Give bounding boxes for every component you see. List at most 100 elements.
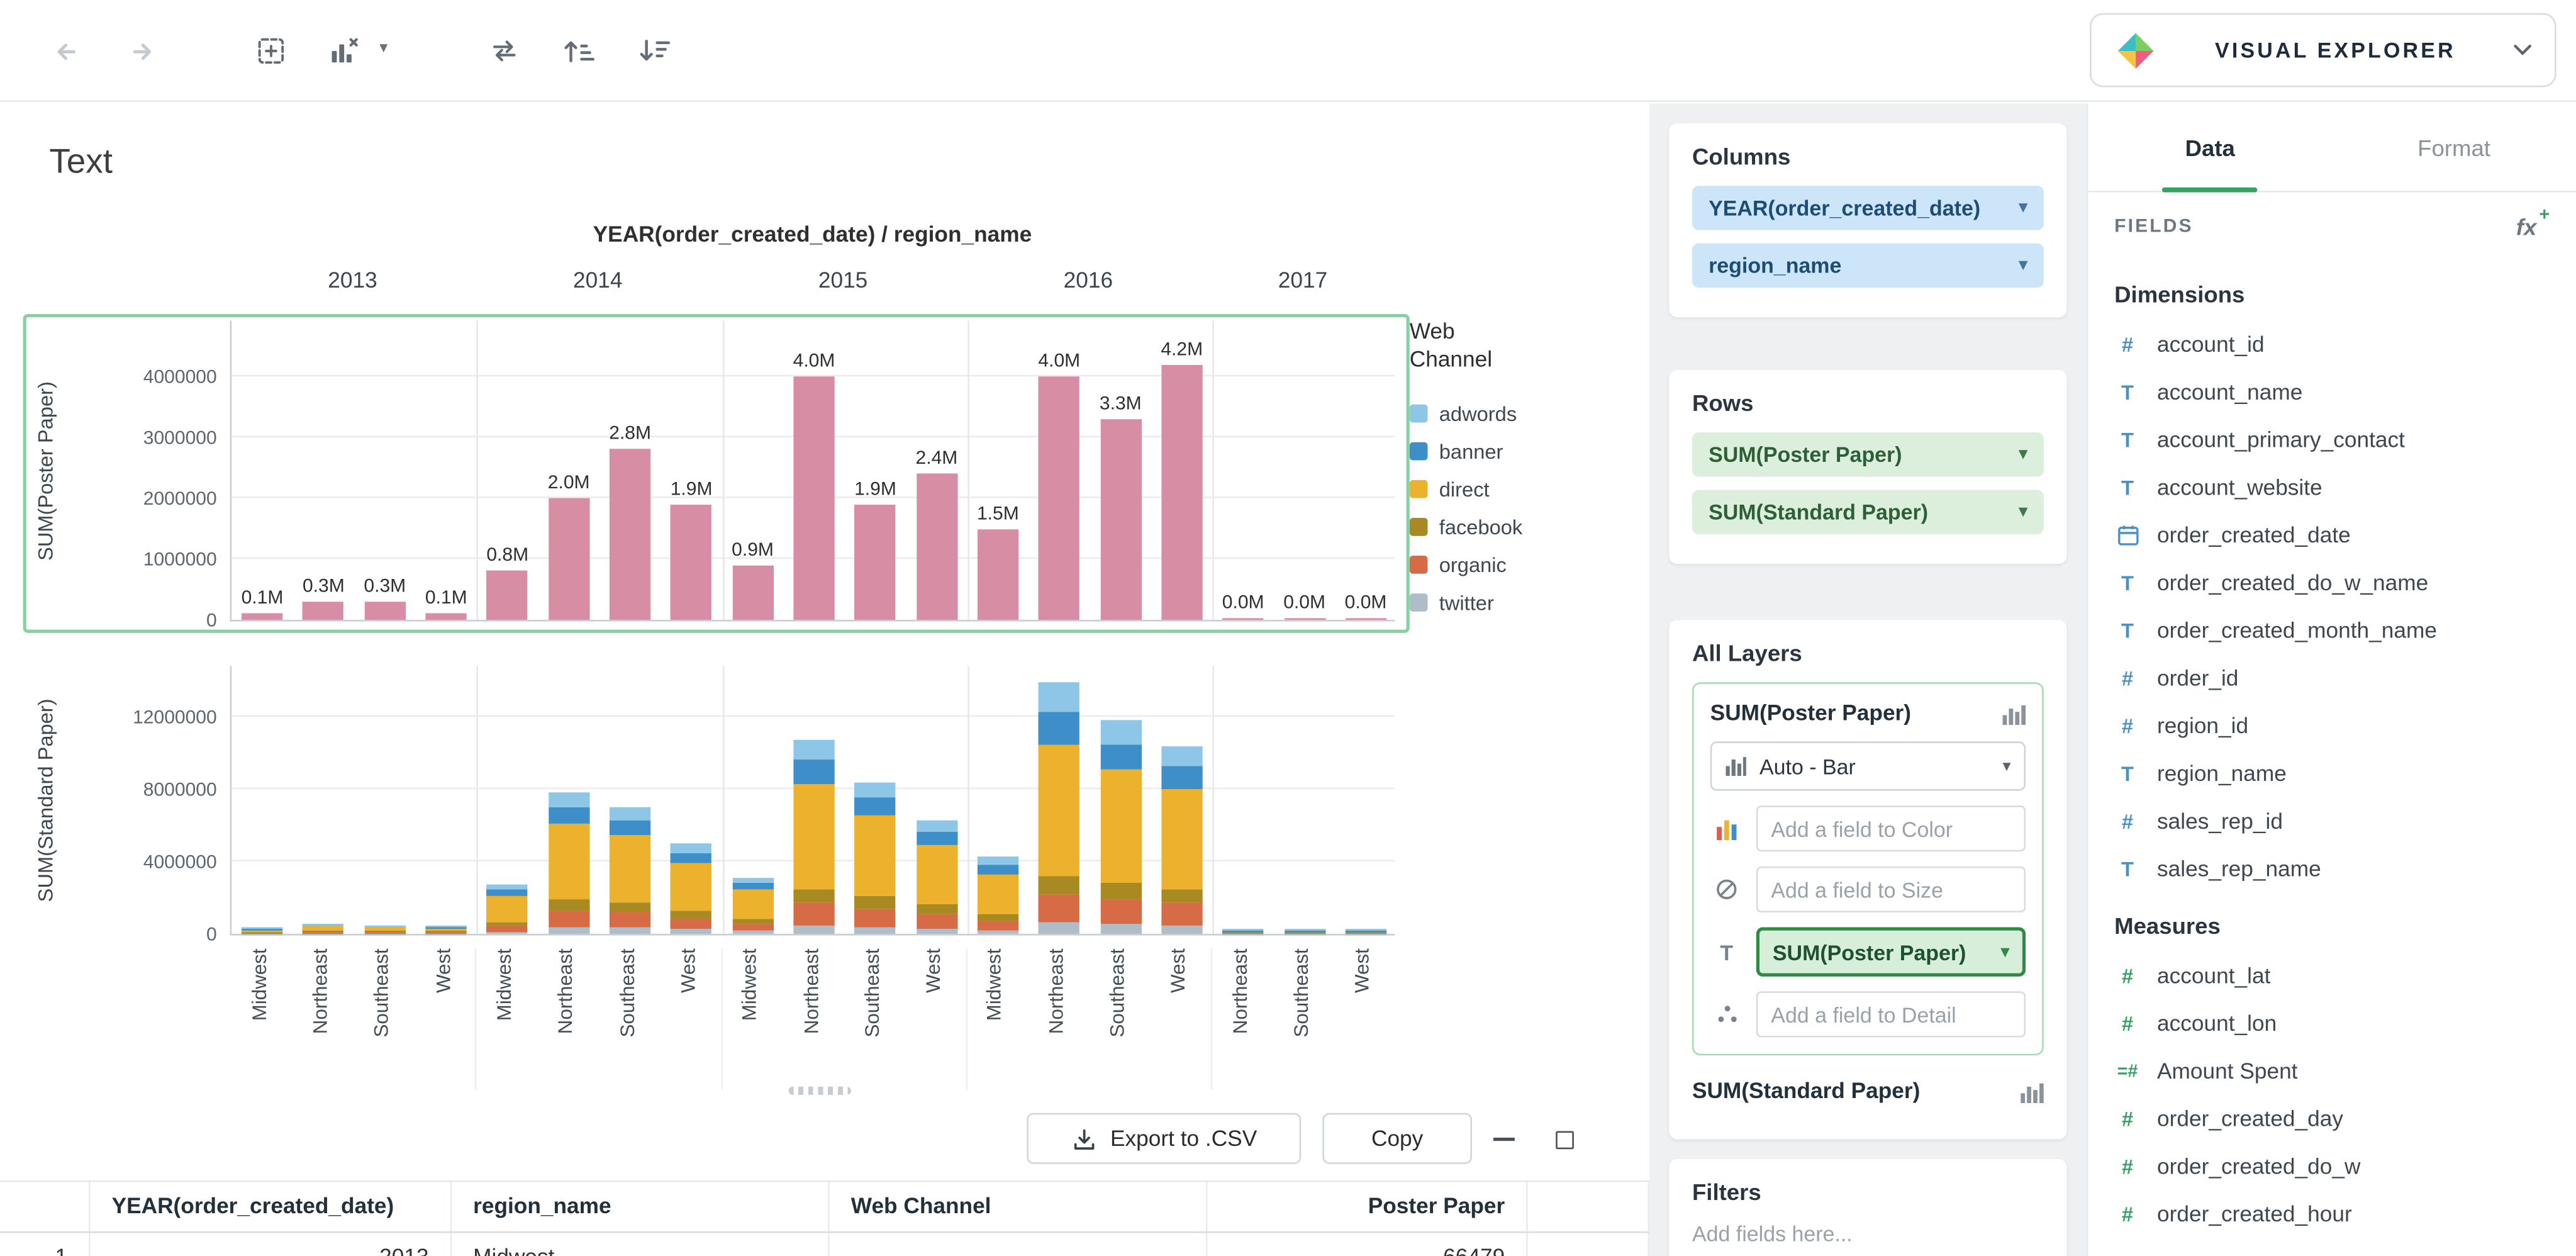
text-field-pill[interactable]: SUM(Poster Paper) ▾ xyxy=(1756,928,2026,977)
stacked-bar-segment[interactable] xyxy=(549,793,589,807)
stacked-bar-segment[interactable] xyxy=(1039,711,1079,744)
stacked-bar-segment[interactable] xyxy=(364,933,405,934)
stacked-bar-segment[interactable] xyxy=(549,899,589,910)
poster-paper-bar[interactable] xyxy=(978,529,1018,620)
stacked-bar-segment[interactable] xyxy=(916,928,957,934)
field-item[interactable]: Tsales_rep_name xyxy=(2088,845,2576,893)
add-visualization-button[interactable] xyxy=(245,25,298,77)
stacked-bar-segment[interactable] xyxy=(610,807,650,820)
stacked-bar-segment[interactable] xyxy=(426,927,467,928)
stacked-bar-segment[interactable] xyxy=(426,926,467,927)
row-pill[interactable]: SUM(Poster Paper)▾ xyxy=(1692,432,2044,477)
stacked-bar-segment[interactable] xyxy=(916,845,957,905)
stacked-bar-segment[interactable] xyxy=(426,932,467,933)
stacked-bar-segment[interactable] xyxy=(793,925,834,934)
table-header-cell[interactable]: Web Channel xyxy=(830,1182,1208,1231)
stacked-bar-segment[interactable] xyxy=(1161,889,1202,903)
stacked-bar-segment[interactable] xyxy=(793,760,834,783)
stacked-bar-segment[interactable] xyxy=(1100,899,1141,924)
stacked-bar-segment[interactable] xyxy=(855,909,896,927)
stacked-bar-segment[interactable] xyxy=(549,807,589,824)
stacked-bar-segment[interactable] xyxy=(1284,932,1325,933)
legend-item[interactable]: banner xyxy=(1410,432,1630,470)
legend-item[interactable]: adwords xyxy=(1410,395,1630,432)
stacked-bar-segment[interactable] xyxy=(1100,721,1141,744)
stacked-bar-segment[interactable] xyxy=(549,926,589,933)
field-item[interactable]: #region_id xyxy=(2088,702,2576,750)
poster-paper-bar[interactable] xyxy=(303,602,344,620)
field-item[interactable]: Tregion_name xyxy=(2088,749,2576,797)
stacked-bar-segment[interactable] xyxy=(732,919,773,924)
size-field-input[interactable] xyxy=(1756,866,2026,912)
stacked-bar-segment[interactable] xyxy=(732,883,773,890)
stacked-bar-segment[interactable] xyxy=(855,782,896,797)
table-header-cell[interactable]: Poster Paper xyxy=(1208,1182,1528,1231)
stacked-bar-segment[interactable] xyxy=(1223,929,1264,930)
poster-paper-bar[interactable] xyxy=(732,565,773,620)
poster-paper-bar[interactable] xyxy=(1345,618,1386,620)
poster-paper-bar[interactable] xyxy=(916,474,957,620)
stacked-bar-segment[interactable] xyxy=(610,820,650,834)
stacked-bar-segment[interactable] xyxy=(242,931,282,932)
stacked-bar-segment[interactable] xyxy=(916,832,957,846)
stacked-bar-segment[interactable] xyxy=(1161,903,1202,924)
stacked-bar-segment[interactable] xyxy=(1284,929,1325,930)
field-item[interactable]: order_created_date xyxy=(2088,512,2576,559)
stacked-bar-segment[interactable] xyxy=(303,931,344,933)
poster-paper-bar[interactable] xyxy=(364,602,405,620)
table-header-cell[interactable] xyxy=(0,1182,91,1231)
stacked-bar-segment[interactable] xyxy=(1039,876,1079,894)
poster-paper-bar[interactable] xyxy=(1161,364,1202,620)
table-header-cell[interactable]: YEAR(order_created_date) xyxy=(91,1182,452,1231)
stacked-bar-segment[interactable] xyxy=(1223,932,1264,933)
stacked-bar-segment[interactable] xyxy=(916,820,957,832)
column-pill[interactable]: region_name▾ xyxy=(1692,244,2044,288)
standard-paper-plot[interactable] xyxy=(230,666,1395,935)
stacked-bar-segment[interactable] xyxy=(671,862,711,911)
stacked-bar-segment[interactable] xyxy=(1039,744,1079,876)
stacked-bar-segment[interactable] xyxy=(364,926,405,931)
stacked-bar-segment[interactable] xyxy=(610,834,650,903)
stacked-bar-segment[interactable] xyxy=(1161,746,1202,766)
stacked-bar-segment[interactable] xyxy=(855,897,896,909)
poster-paper-plot[interactable]: 0.1M0.3M0.3M0.1M0.8M2.0M2.8M1.9M0.9M4.0M… xyxy=(230,320,1395,621)
text-tile[interactable]: Text xyxy=(49,143,113,182)
stacked-bar-segment[interactable] xyxy=(426,933,467,934)
tab-format[interactable]: Format xyxy=(2332,104,2576,191)
row-pill[interactable]: SUM(Standard Paper)▾ xyxy=(1692,490,2044,535)
stacked-bar-segment[interactable] xyxy=(1284,931,1325,932)
poster-paper-bar[interactable] xyxy=(1223,618,1264,620)
stacked-bar-segment[interactable] xyxy=(1100,744,1141,770)
stacked-bar-segment[interactable] xyxy=(671,929,711,934)
stacked-bar-segment[interactable] xyxy=(487,925,528,931)
stacked-bar-segment[interactable] xyxy=(916,905,957,914)
field-item[interactable]: Taccount_primary_contact xyxy=(2088,416,2576,464)
stacked-bar-segment[interactable] xyxy=(1345,929,1386,930)
field-item[interactable]: #account_lat xyxy=(2088,952,2576,1000)
poster-paper-bar[interactable] xyxy=(610,449,650,620)
poster-paper-bar[interactable] xyxy=(1039,376,1079,620)
stacked-bar-segment[interactable] xyxy=(978,920,1018,930)
stacked-bar-segment[interactable] xyxy=(978,874,1018,914)
legend-item[interactable]: organic xyxy=(1410,546,1630,583)
stacked-bar-segment[interactable] xyxy=(426,928,467,931)
stacked-bar-segment[interactable] xyxy=(303,926,344,931)
color-field-input[interactable] xyxy=(1756,805,2026,851)
stacked-bar-segment[interactable] xyxy=(1345,932,1386,933)
stacked-bar-segment[interactable] xyxy=(303,924,344,925)
stacked-bar-segment[interactable] xyxy=(732,878,773,883)
minimize-button[interactable] xyxy=(1483,1119,1523,1159)
stacked-bar-segment[interactable] xyxy=(487,922,528,926)
field-item[interactable]: Taccount_website xyxy=(2088,464,2576,512)
stacked-bar-segment[interactable] xyxy=(793,783,834,889)
stacked-bar-segment[interactable] xyxy=(1161,789,1202,889)
poster-paper-bar[interactable] xyxy=(671,504,711,620)
viz-type-select[interactable]: Auto - Bar ▾ xyxy=(1710,741,2026,790)
field-item[interactable]: #account_id xyxy=(2088,320,2576,368)
field-item[interactable]: #sales_rep_id xyxy=(2088,797,2576,845)
layer-header-standard[interactable]: SUM(Standard Paper) xyxy=(1692,1079,2044,1103)
poster-paper-bar[interactable] xyxy=(855,504,896,620)
stacked-bar-segment[interactable] xyxy=(916,914,957,928)
table-row[interactable]: 12013Midwest66479 xyxy=(0,1233,1649,1256)
field-item[interactable]: #order_created_hour xyxy=(2088,1191,2576,1238)
